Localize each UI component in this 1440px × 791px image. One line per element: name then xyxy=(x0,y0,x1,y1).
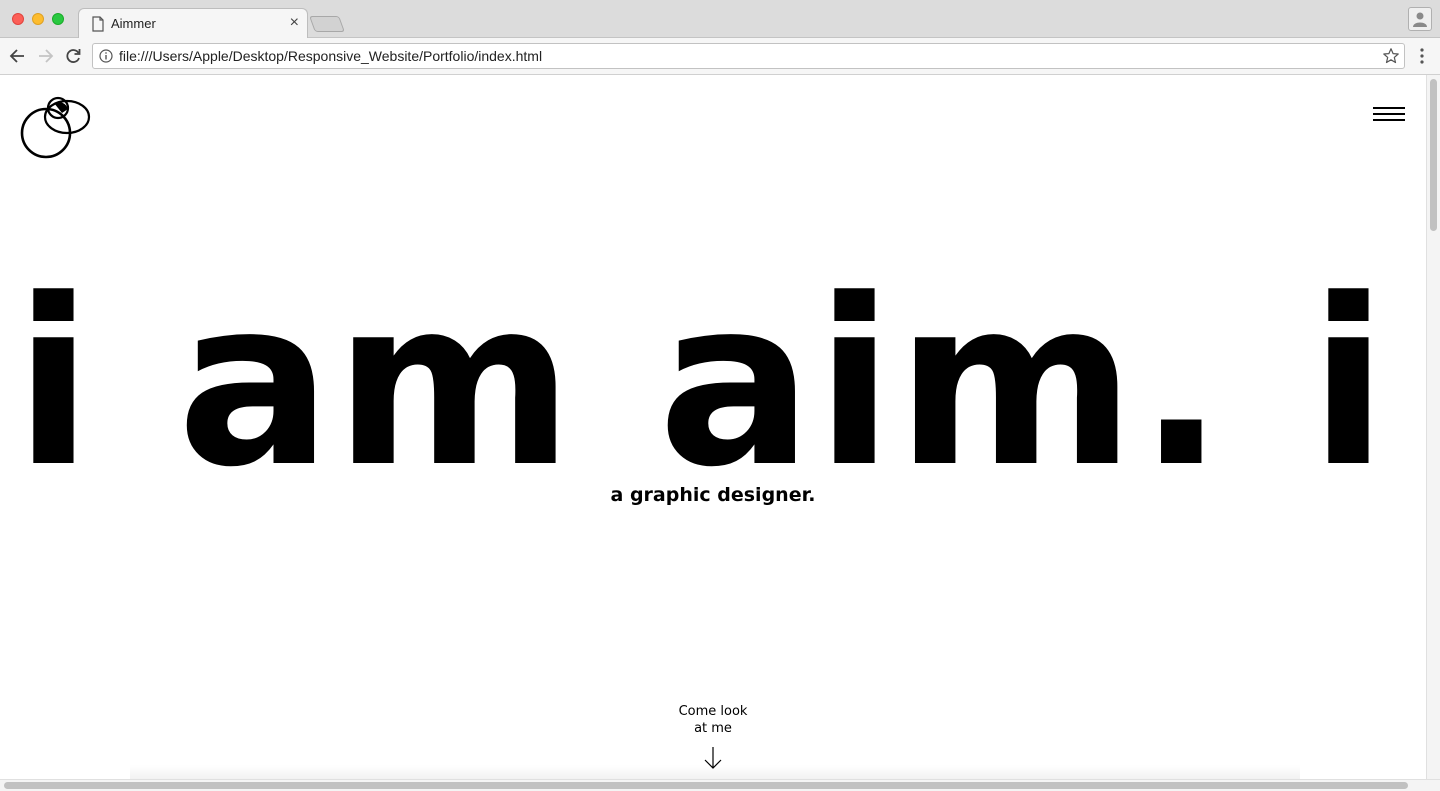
url-text[interactable]: file:///Users/Apple/Desktop/Responsive_W… xyxy=(119,48,542,64)
horizontal-scroll-thumb[interactable] xyxy=(4,782,1408,789)
arrow-right-icon[interactable] xyxy=(35,46,55,66)
minimize-window-button[interactable] xyxy=(32,13,44,25)
zoom-window-button[interactable] xyxy=(52,13,64,25)
vertical-scroll-thumb[interactable] xyxy=(1430,79,1437,231)
hamburger-icon[interactable] xyxy=(1373,107,1407,129)
browser-toolbar: file:///Users/Apple/Desktop/Responsive_W… xyxy=(0,38,1440,75)
overlapping-circles-logo[interactable] xyxy=(18,91,92,159)
browser-titlebar: Aimmer × xyxy=(0,0,1440,39)
section-shadow xyxy=(130,765,1300,779)
horizontal-scrollbar[interactable] xyxy=(0,779,1440,791)
profile-button[interactable] xyxy=(1408,7,1432,31)
browser-tab[interactable]: Aimmer × xyxy=(78,8,308,39)
vertical-dots-icon[interactable] xyxy=(1414,47,1430,65)
reload-icon[interactable] xyxy=(63,46,83,66)
info-icon[interactable] xyxy=(99,49,113,63)
tab-close-button[interactable]: × xyxy=(290,14,299,32)
address-bar[interactable]: file:///Users/Apple/Desktop/Responsive_W… xyxy=(92,43,1405,69)
page-viewport: i am aim. i am aim. a graphic designer. … xyxy=(0,75,1426,779)
hero-subtitle: a graphic designer. xyxy=(610,484,816,506)
close-window-button[interactable] xyxy=(12,13,24,25)
hero-headline: i am aim. i am aim. xyxy=(14,255,1426,515)
scroll-hint-line2: at me xyxy=(694,721,732,736)
star-icon[interactable] xyxy=(1382,47,1400,65)
tab-title: Aimmer xyxy=(111,16,156,31)
scroll-hint-text[interactable]: Come look at me xyxy=(613,703,813,737)
new-tab-button[interactable] xyxy=(309,16,345,32)
person-icon xyxy=(1413,12,1427,27)
vertical-scrollbar[interactable] xyxy=(1426,75,1440,779)
document-icon xyxy=(92,16,104,32)
scroll-hint-line1: Come look xyxy=(678,704,748,719)
arrow-left-icon[interactable] xyxy=(8,46,28,66)
